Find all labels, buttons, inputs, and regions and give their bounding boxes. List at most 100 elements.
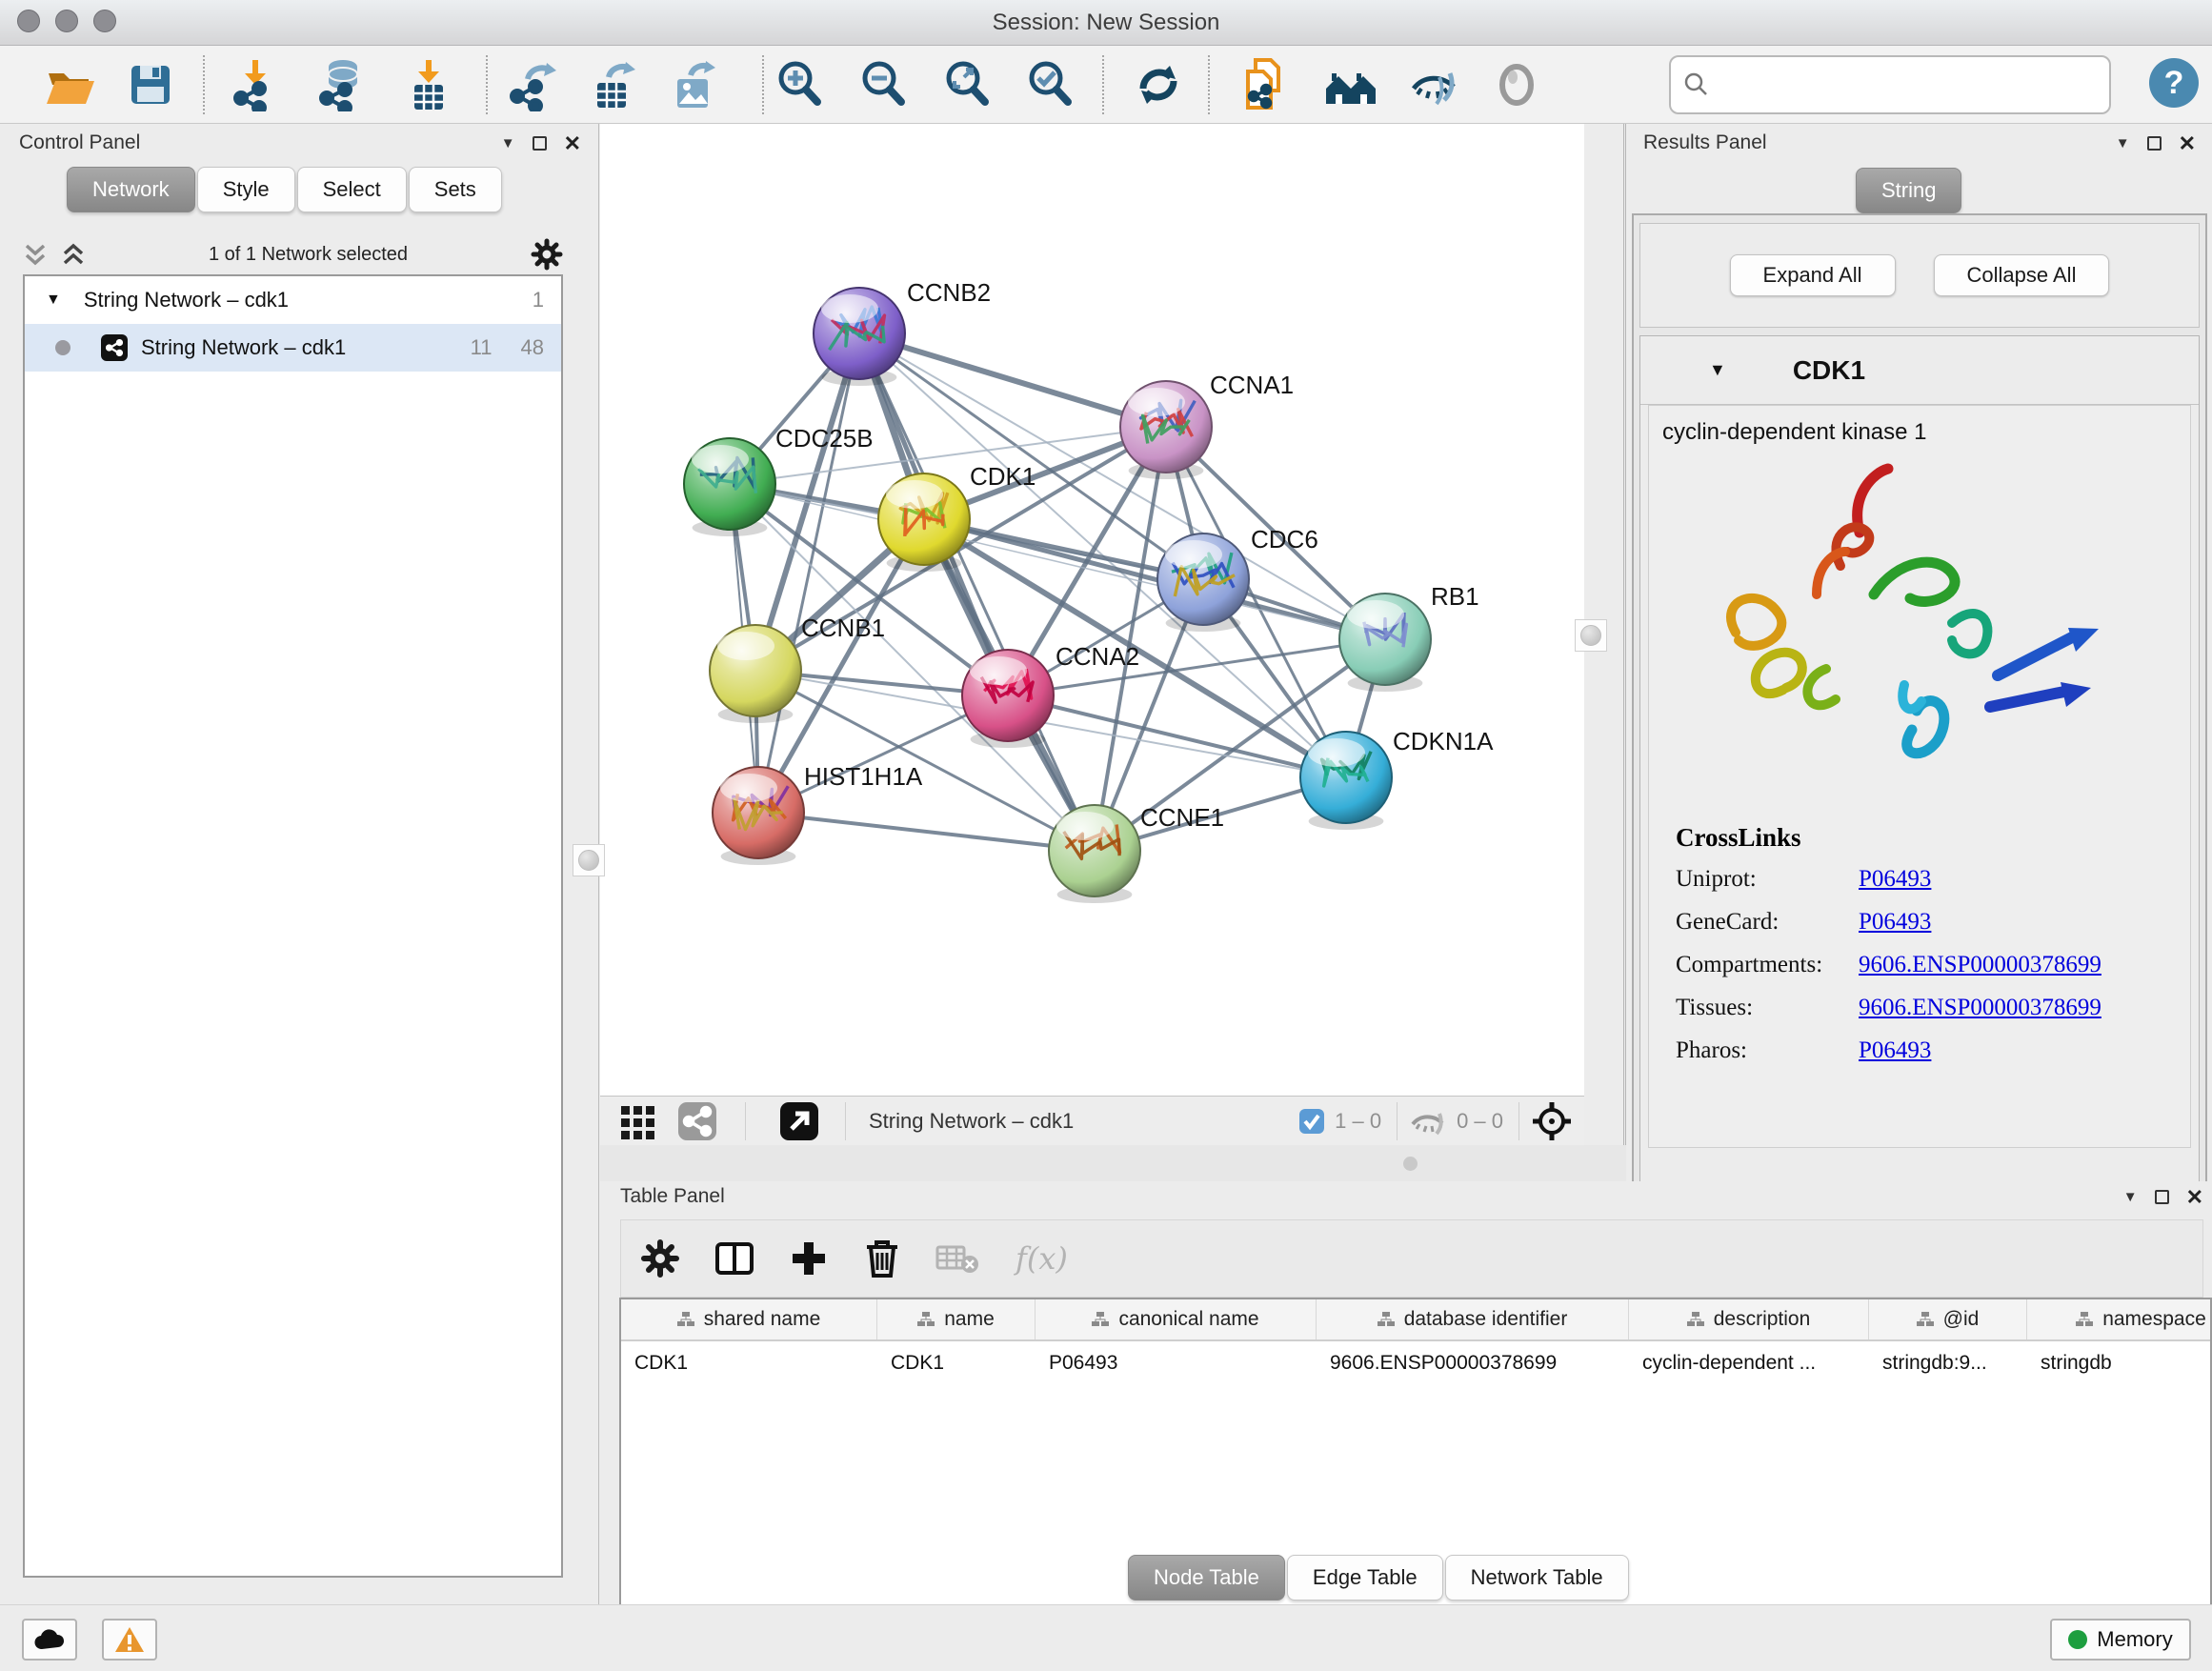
memory-button[interactable]: Memory	[2050, 1619, 2191, 1661]
create-column-plus-icon[interactable]	[789, 1238, 829, 1278]
hidden-count: 0 – 0	[1457, 1109, 1503, 1134]
section-expander-icon[interactable]: ▼	[1709, 360, 1726, 380]
edge-count: 48	[521, 335, 544, 360]
crosslink-link[interactable]: P06493	[1859, 909, 1931, 936]
zoom-selected-icon[interactable]	[1024, 58, 1077, 111]
expand-all-button[interactable]: Expand All	[1730, 254, 1896, 296]
float-panel-icon[interactable]	[2155, 1190, 2169, 1204]
crosslink-link[interactable]: P06493	[1859, 866, 1931, 893]
hide-selected-icon[interactable]	[1408, 58, 1461, 111]
fit-content-crosshair-icon[interactable]	[1531, 1100, 1573, 1142]
import-network-from-database-icon[interactable]	[314, 58, 368, 111]
node-label: CCNA2	[1056, 642, 1139, 671]
node-section-header[interactable]: ▼ CDK1	[1640, 336, 2199, 405]
refresh-icon[interactable]	[1132, 58, 1185, 111]
node-label: RB1	[1431, 582, 1479, 611]
float-panel-icon[interactable]	[2147, 136, 2162, 151]
crosslink-row: Tissues:9606.ENSP00000378699	[1676, 995, 2101, 1021]
network-options-gear-icon[interactable]	[531, 238, 563, 271]
column-header[interactable]: name	[877, 1299, 1036, 1339]
column-header[interactable]: canonical name	[1036, 1299, 1317, 1339]
save-session-icon[interactable]	[124, 58, 177, 111]
float-panel-icon[interactable]	[533, 136, 547, 151]
column-header[interactable]: namespace	[2027, 1299, 2212, 1339]
table-cell[interactable]: cyclin-dependent ...	[1629, 1341, 1869, 1385]
warnings-button[interactable]	[102, 1619, 157, 1661]
cloud-button[interactable]	[22, 1619, 77, 1661]
toolbar-separator	[762, 55, 764, 114]
network-node[interactable]: RB1	[1339, 582, 1479, 692]
export-image-icon[interactable]	[668, 58, 721, 111]
table-cell[interactable]: P06493	[1036, 1341, 1317, 1385]
network-node[interactable]: CCNA1	[1120, 371, 1294, 479]
show-all-icon[interactable]	[1490, 58, 1543, 111]
node-gloss	[821, 294, 878, 323]
crosslink-link[interactable]: 9606.ENSP00000378699	[1859, 952, 2101, 978]
selected-checkbox-icon[interactable]	[1298, 1108, 1325, 1135]
column-header[interactable]: @id	[1869, 1299, 2027, 1339]
network-node[interactable]: HIST1H1A	[713, 762, 923, 865]
network-edge[interactable]	[859, 333, 1166, 427]
birds-eye-view-icon[interactable]	[615, 1098, 661, 1144]
crosslink-link[interactable]: P06493	[1859, 1037, 1931, 1064]
close-panel-icon[interactable]: ✕	[2179, 136, 2196, 151]
tab-edge-table[interactable]: Edge Table	[1287, 1555, 1443, 1601]
tab-network-table[interactable]: Network Table	[1445, 1555, 1629, 1601]
tab-network[interactable]: Network	[67, 167, 195, 212]
collapse-all-icon[interactable]	[23, 240, 48, 269]
table-cell[interactable]: 9606.ENSP00000378699	[1317, 1341, 1629, 1385]
splitter-handle[interactable]	[1403, 1157, 1418, 1171]
network-edge[interactable]	[758, 813, 1095, 851]
zoom-fit-icon[interactable]	[941, 58, 995, 111]
tab-sets[interactable]: Sets	[409, 167, 502, 212]
panel-menu-caret-icon[interactable]: ▼	[2123, 1189, 2138, 1205]
expand-all-icon[interactable]	[61, 240, 86, 269]
open-session-icon[interactable]	[43, 58, 96, 111]
panel-gutter	[1584, 124, 1626, 1181]
column-header[interactable]: shared name	[621, 1299, 877, 1339]
panel-menu-caret-icon[interactable]: ▼	[2116, 135, 2130, 151]
table-cell[interactable]: CDK1	[621, 1341, 877, 1385]
import-table-from-file-icon[interactable]	[402, 58, 455, 111]
column-header[interactable]: database identifier	[1317, 1299, 1629, 1339]
import-network-from-file-icon[interactable]	[229, 58, 282, 111]
table-cell[interactable]: stringdb:9...	[1869, 1341, 2027, 1385]
network-label: String Network – cdk1	[141, 335, 346, 360]
crosslink-link[interactable]: 9606.ENSP00000378699	[1859, 995, 2101, 1021]
show-columns-icon[interactable]	[714, 1238, 754, 1278]
network-row[interactable]: String Network – cdk1 11 48	[25, 324, 561, 372]
tab-select[interactable]: Select	[297, 167, 407, 212]
close-panel-icon[interactable]: ✕	[2186, 1190, 2203, 1204]
tab-string[interactable]: String	[1856, 168, 1961, 213]
zoom-out-icon[interactable]	[857, 58, 911, 111]
network-from-file-icon[interactable]	[1238, 58, 1292, 111]
close-panel-icon[interactable]: ✕	[564, 136, 581, 151]
open-in-browser-icon[interactable]	[778, 1100, 820, 1142]
table-options-gear-icon[interactable]	[640, 1238, 680, 1278]
collapse-all-button[interactable]: Collapse All	[1934, 254, 2110, 296]
column-header[interactable]: description	[1629, 1299, 1869, 1339]
control-panel-tabs: NetworkStyleSelectSets	[67, 167, 502, 212]
table-row[interactable]: CDK1CDK1P064939606.ENSP00000378699cyclin…	[621, 1341, 2210, 1385]
network-canvas[interactable]: CCNB2CCNA1CDC25BCDK1CDC6RB1CCNB1CCNA2HIS…	[600, 124, 1584, 1096]
zoom-in-icon[interactable]	[774, 58, 827, 111]
network-collection-row[interactable]: ▼ String Network – cdk1 1	[25, 276, 561, 324]
table-cell[interactable]: stringdb	[2027, 1341, 2212, 1385]
tab-style[interactable]: Style	[197, 167, 295, 212]
panel-menu-caret-icon[interactable]: ▼	[501, 135, 515, 151]
tab-node-table[interactable]: Node Table	[1128, 1555, 1285, 1601]
string-view-icon[interactable]	[676, 1100, 718, 1142]
delete-column-trash-icon[interactable]	[863, 1238, 901, 1279]
first-neighbors-icon[interactable]	[1324, 58, 1377, 111]
tree-expander-icon[interactable]: ▼	[46, 292, 61, 309]
help-icon[interactable]: ?	[2149, 58, 2199, 108]
network-node[interactable]: CCNB2	[814, 278, 991, 386]
network-node[interactable]: CDKN1A	[1300, 727, 1494, 830]
export-network-icon[interactable]	[507, 58, 560, 111]
toolbar-separator	[486, 55, 488, 114]
export-table-icon[interactable]	[588, 58, 641, 111]
search-input[interactable]	[1711, 72, 2092, 97]
table-cell[interactable]: CDK1	[877, 1341, 1036, 1385]
collapse-control-panel-handle[interactable]	[573, 844, 605, 876]
collapse-results-panel-handle[interactable]	[1575, 619, 1607, 652]
